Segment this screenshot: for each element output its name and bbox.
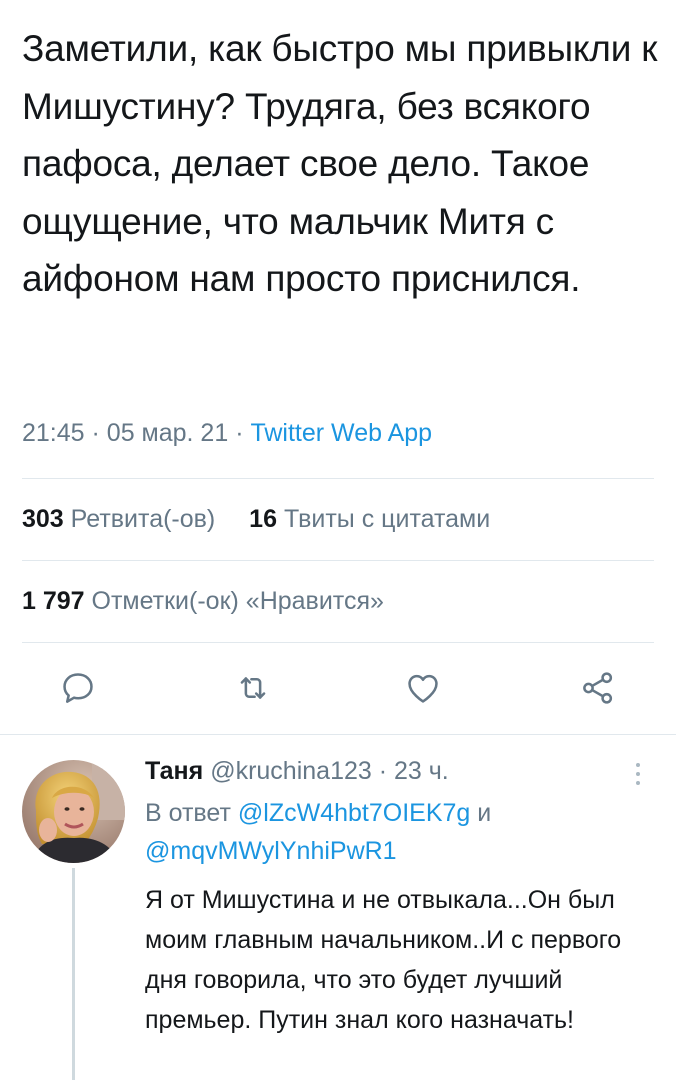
reply-icon <box>63 673 93 703</box>
tweet-source-link[interactable]: Twitter Web App <box>250 419 432 447</box>
reply-button[interactable] <box>50 660 106 716</box>
reply-separator: · <box>378 757 388 785</box>
thread-separator <box>0 734 676 735</box>
retweet-icon <box>240 677 266 699</box>
reply-header: Таня @kruchina123 · 23 ч. <box>145 754 449 788</box>
likes-stats-row[interactable]: 1 797 Отметки(-ок) «Нравится» <box>22 584 384 618</box>
meta-separator: · <box>91 419 100 447</box>
likes-label: Отметки(-ок) «Нравится» <box>91 587 384 615</box>
quotes-stat[interactable]: 16 Твиты с цитатами <box>249 505 490 533</box>
meta-separator: · <box>235 419 244 447</box>
reply-age[interactable]: 23 ч. <box>394 757 449 785</box>
thread-connector-line <box>72 868 75 1080</box>
divider <box>22 560 654 561</box>
reply-author-name[interactable]: Таня <box>145 757 203 785</box>
reply-to-line: В ответ @lZcW4hbt7OIEK7g и @mqvMWylYnhiP… <box>145 794 645 870</box>
divider <box>22 642 654 643</box>
tweet-text: Заметили, как быстро мы привыкли к Мишус… <box>22 28 658 299</box>
divider <box>22 478 654 479</box>
tweet-actions-bar <box>50 660 630 716</box>
retweets-label: Ретвита(-ов) <box>70 505 216 533</box>
reply-author-handle[interactable]: @kruchina123 <box>210 757 372 785</box>
avatar-photo <box>22 760 125 863</box>
reply-to-conjunction: и <box>477 799 492 827</box>
tweet-meta: 21:45 · 05 мар. 21 · Twitter Web App <box>22 416 432 450</box>
like-button[interactable] <box>395 660 451 716</box>
reply-mention-link[interactable]: @mqvMWylYnhiPwR1 <box>145 837 397 865</box>
retweet-stats-row: 303 Ретвита(-ов) 16 Твиты с цитатами <box>22 502 490 536</box>
tweet-date: 05 мар. 21 <box>106 419 229 447</box>
share-button[interactable] <box>570 660 626 716</box>
reply-to-prefix: В ответ <box>145 799 231 827</box>
tweet-time: 21:45 <box>22 419 85 447</box>
reply-mention-link[interactable]: @lZcW4hbt7OIEK7g <box>238 799 470 827</box>
quotes-count: 16 <box>249 505 277 533</box>
retweets-stat[interactable]: 303 Ретвита(-ов) <box>22 505 222 533</box>
likes-count: 1 797 <box>22 587 85 615</box>
quotes-label: Твиты с цитатами <box>283 505 491 533</box>
more-options-icon[interactable] <box>632 760 644 790</box>
share-icon <box>583 672 613 704</box>
retweet-button[interactable] <box>225 660 281 716</box>
reply-text: Я от Мишустина и не отвыкала...Он был мо… <box>145 886 622 1034</box>
heart-icon <box>408 674 438 703</box>
retweets-count: 303 <box>22 505 64 533</box>
avatar[interactable] <box>22 760 125 863</box>
